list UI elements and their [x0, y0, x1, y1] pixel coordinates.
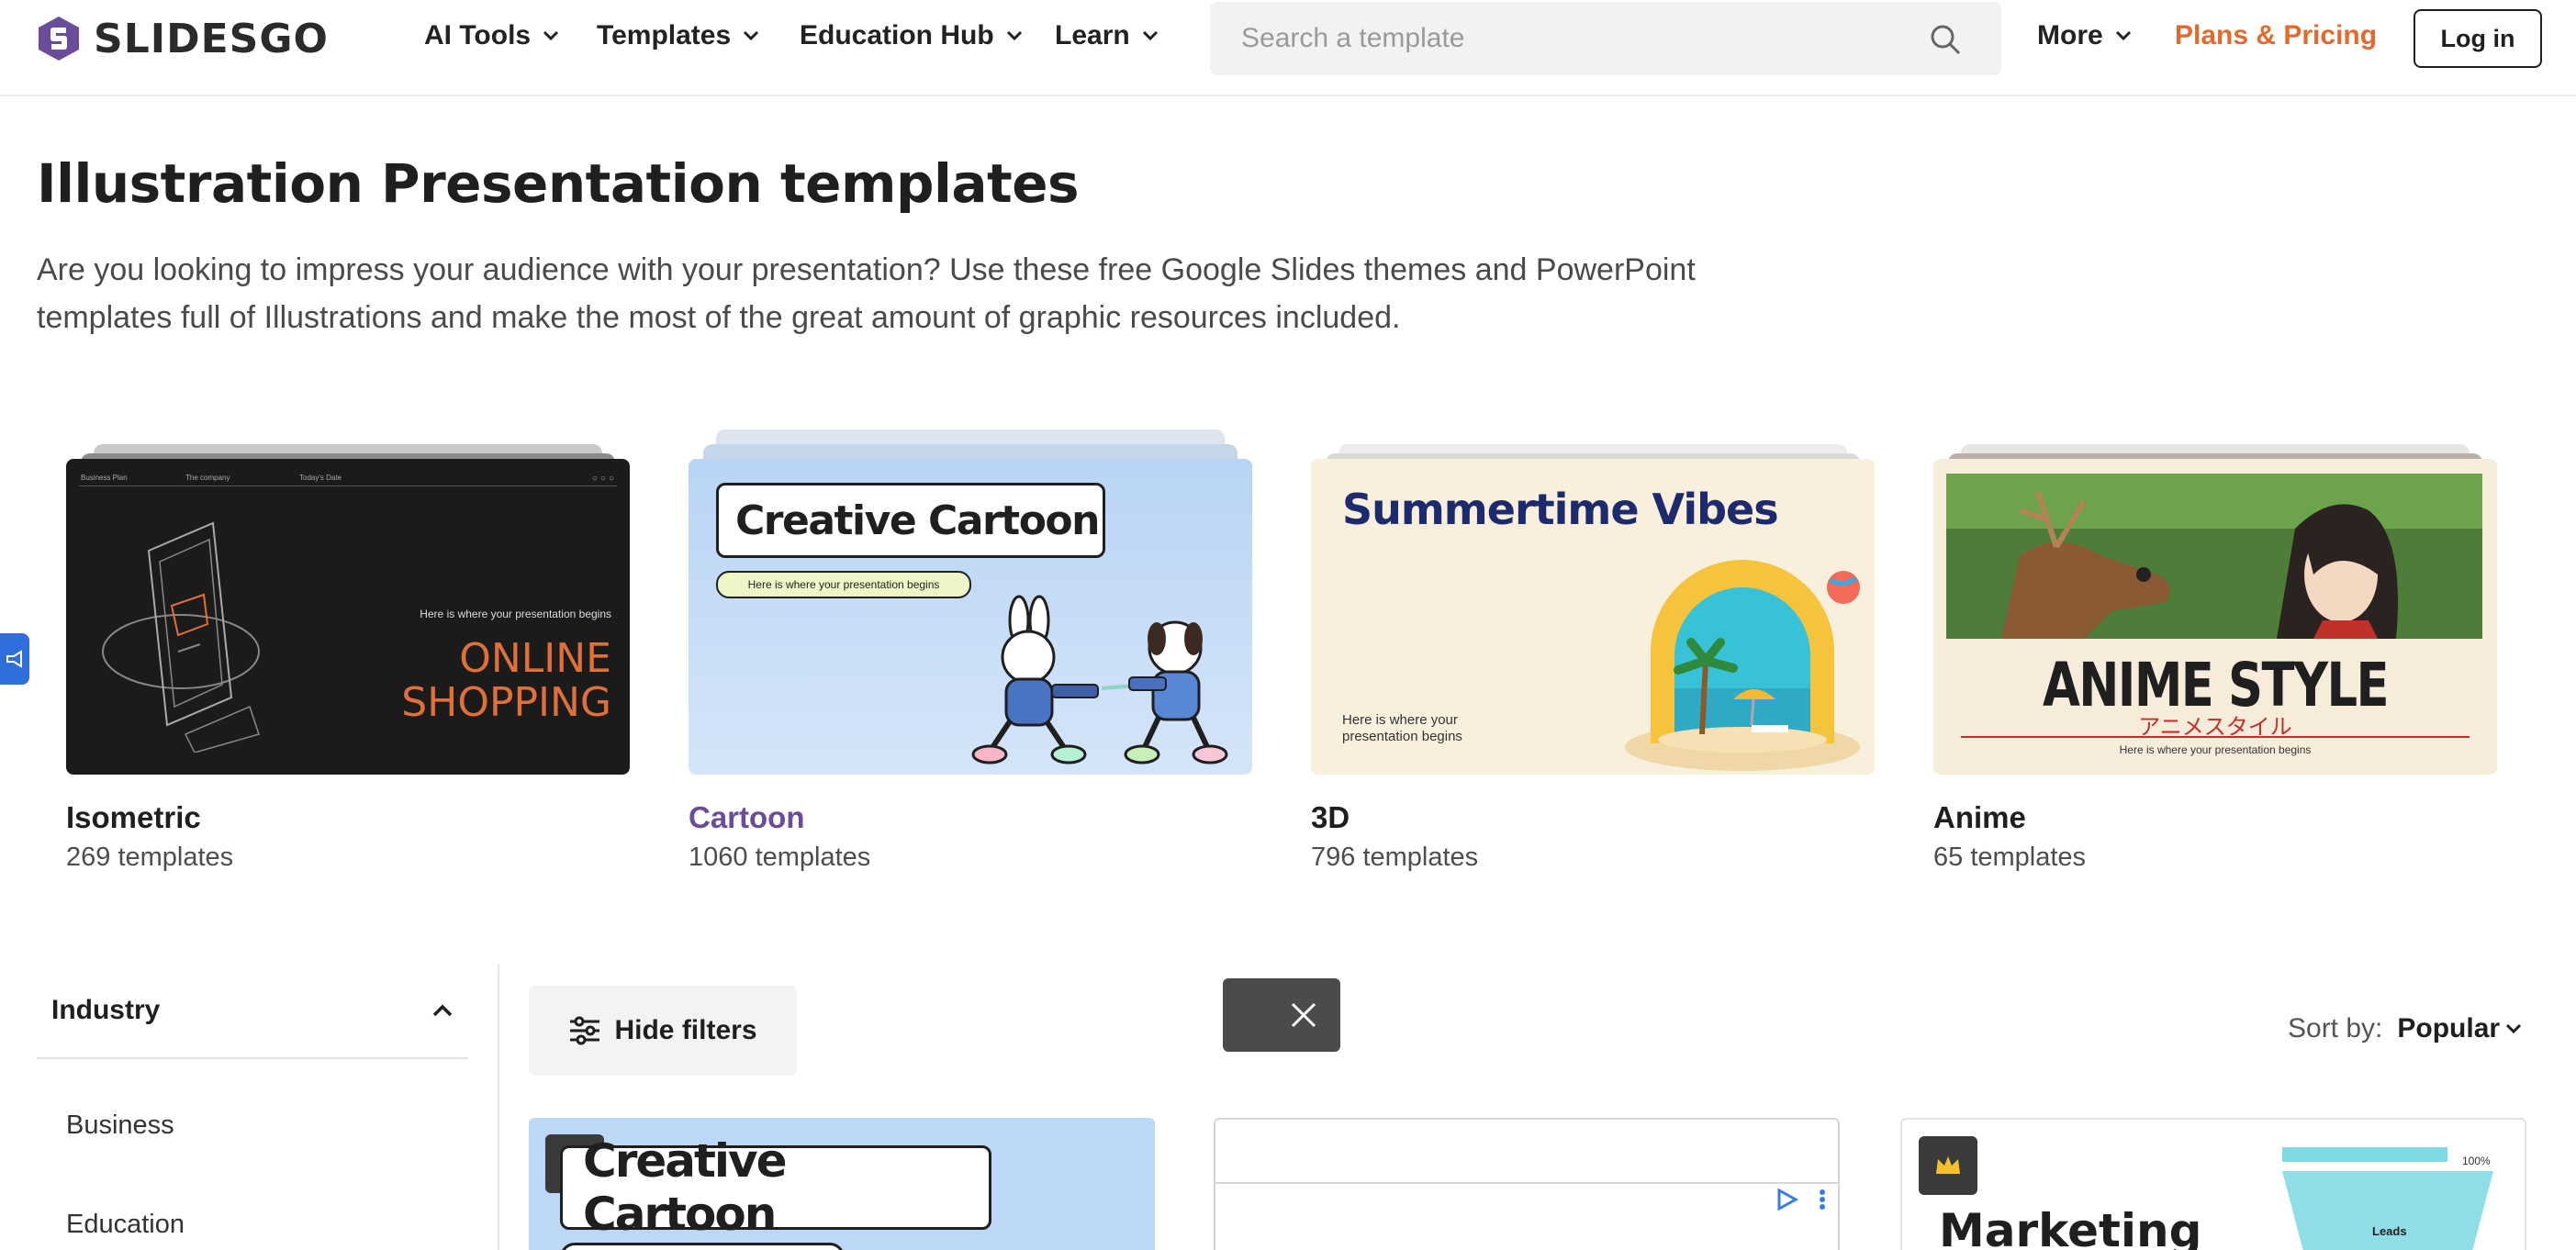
- page-title: Illustration Presentation templates: [37, 152, 1080, 215]
- ad-divider: [1215, 1182, 1838, 1184]
- nav-education-hub-label: Education Hub: [800, 20, 994, 50]
- popup-chip: [1223, 978, 1340, 1052]
- nav-learn-label: Learn: [1055, 20, 1130, 50]
- filter-section-title: Industry: [51, 995, 161, 1025]
- crown-icon: [1936, 1156, 1960, 1174]
- slide-dots: ○○○: [591, 474, 617, 484]
- slide-topbar: Business Plan The company Today's Date ○…: [79, 474, 617, 486]
- filters-sidebar: Industry Business Education: [37, 964, 468, 1239]
- nav-templates-label: Templates: [597, 20, 732, 50]
- login-button[interactable]: Log in: [2414, 9, 2542, 68]
- chevron-down-icon: [1006, 30, 1022, 41]
- ad-choices-icon[interactable]: [1775, 1188, 1799, 1211]
- slide-headline: Creative Cartoon: [716, 483, 1105, 558]
- site-header: SLIDESGO AI Tools Templates Education Hu…: [0, 0, 2576, 96]
- template-card-creative-cartoon[interactable]: Creative Cartoon: [529, 1118, 1155, 1250]
- chevron-down-icon: [744, 30, 759, 41]
- category-count: 269 templates: [66, 843, 234, 872]
- sort-value[interactable]: Popular: [2397, 1013, 2500, 1044]
- category-count: 65 templates: [1933, 843, 2087, 872]
- category-name[interactable]: 3D: [1311, 800, 1350, 835]
- slide-headline: ONLINE SHOPPING: [401, 635, 611, 726]
- nav-templates[interactable]: Templates: [597, 20, 760, 51]
- funnel-top-label: 100%: [2462, 1155, 2491, 1167]
- beach-arch-illustration: [1625, 560, 1860, 771]
- category-count: 1060 templates: [689, 843, 871, 872]
- nav-ai-tools-label: AI Tools: [424, 20, 532, 50]
- category-name[interactable]: Anime: [1933, 800, 2026, 835]
- phone-cart-illustration: [102, 521, 260, 753]
- nav-more[interactable]: More: [2037, 20, 2133, 51]
- category-name[interactable]: Isometric: [66, 800, 201, 835]
- search-icon[interactable]: [1930, 24, 1961, 55]
- filter-option-education[interactable]: Education: [66, 1210, 185, 1240]
- template-card-marketing[interactable]: Marketing 100% Leads: [1900, 1118, 2526, 1250]
- ad-card[interactable]: [1214, 1118, 1840, 1250]
- divider: [1961, 736, 2470, 738]
- nav-education-hub[interactable]: Education Hub: [800, 20, 1024, 51]
- slide-headline: Summertime Vibes: [1342, 485, 1779, 534]
- premium-badge: [1919, 1136, 1977, 1195]
- plans-pricing-link[interactable]: Plans & Pricing: [2175, 20, 2377, 51]
- slide-top-label: The company: [185, 474, 230, 482]
- slide-subtitle: Here is where your presentation begins: [1342, 712, 1462, 744]
- sidebar-divider: [498, 964, 499, 1250]
- slide-subtitle: Here is where your presentation begins: [420, 608, 611, 620]
- filter-option-business[interactable]: Business: [66, 1110, 174, 1141]
- slide-top-label: Business Plan: [81, 474, 128, 482]
- category-thumbnail: ANIME STYLE アニメスタイル Here is where your p…: [1933, 459, 2497, 775]
- megaphone-icon: [6, 650, 22, 668]
- search-bar: [1210, 2, 2001, 75]
- nav-more-label: More: [2037, 20, 2103, 50]
- filter-section-header[interactable]: Industry: [37, 964, 468, 1059]
- logo-text: SLIDESGO: [94, 15, 329, 62]
- cartoon-characters-illustration: [971, 595, 1228, 765]
- category-count: 796 templates: [1311, 843, 1479, 872]
- category-name[interactable]: Cartoon: [689, 800, 805, 835]
- template-card-title: Marketing: [1939, 1204, 2202, 1250]
- chevron-down-icon: [2506, 1023, 2522, 1034]
- category-thumbnail: Creative Cartoon Here is where your pres…: [689, 459, 1252, 775]
- slide-top-label: Today's Date: [299, 474, 342, 482]
- slide-subtitle: Here is where your presentation begins: [716, 571, 971, 598]
- close-icon[interactable]: [1289, 1000, 1318, 1030]
- nav-learn[interactable]: Learn: [1055, 20, 1159, 51]
- search-input[interactable]: [1210, 23, 1908, 54]
- sort-label: Sort by:: [2288, 1013, 2383, 1044]
- feedback-tab-button[interactable]: [0, 633, 29, 685]
- category-thumbnail: Summertime Vibes Here is where your pres…: [1311, 459, 1875, 775]
- anime-deer-girl-illustration: [1946, 474, 2482, 639]
- ad-menu-icon[interactable]: [1818, 1188, 1827, 1211]
- chevron-down-icon: [2115, 30, 2131, 41]
- funnel-leads-label: Leads: [2372, 1224, 2407, 1238]
- category-thumbnail: Business Plan The company Today's Date ○…: [66, 459, 630, 775]
- slide-subtitle-pill: [560, 1243, 845, 1250]
- chevron-down-icon: [1142, 30, 1158, 41]
- nav-ai-tools[interactable]: AI Tools: [424, 20, 560, 51]
- chevron-up-icon[interactable]: [431, 1003, 454, 1018]
- template-card-title: Creative Cartoon: [560, 1134, 991, 1241]
- chevron-down-icon: [543, 30, 559, 41]
- page-description: Are you looking to impress your audience…: [37, 252, 1696, 335]
- slidesgo-logo-icon: [39, 17, 79, 61]
- sort-control[interactable]: Sort by: Popular: [2288, 1013, 2522, 1044]
- hide-filters-label: Hide filters: [614, 1015, 757, 1045]
- hide-filters-button[interactable]: Hide filters: [529, 986, 797, 1076]
- sliders-icon: [570, 1016, 600, 1045]
- slide-subtitle: Here is where your presentation begins: [2119, 743, 2312, 756]
- logo[interactable]: SLIDESGO: [35, 15, 329, 62]
